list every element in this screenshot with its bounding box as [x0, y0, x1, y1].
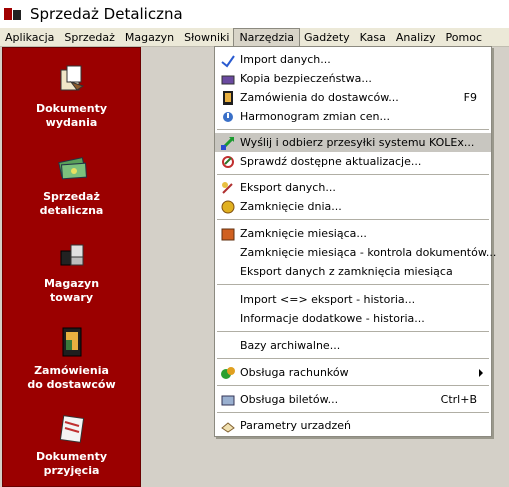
menu-aplikacja[interactable]: Aplikacja: [0, 29, 59, 46]
menu-separator: [217, 385, 489, 386]
documents-in-icon: [55, 412, 89, 444]
shortcut-f9: F9: [463, 91, 477, 104]
sidebar-label-line1: Dokumenty: [35, 102, 108, 115]
sidebar-item-magazyn-towary[interactable]: Magazyn towary: [3, 239, 140, 305]
menu-item-import-eksport-historia[interactable]: Import <=> eksport - historia...: [215, 290, 491, 309]
sidebar-label-line2: detaliczna: [39, 204, 104, 217]
backup-icon: [220, 71, 236, 87]
export-icon: [220, 180, 236, 196]
sidebar: Dokumenty wydania Sprzedaż detaliczna Ma…: [2, 47, 141, 487]
menu-pomoc[interactable]: Pomoc: [441, 29, 487, 46]
menu-narzedzia[interactable]: Narzędzia: [233, 27, 301, 47]
sidebar-label-line2: do dostawców: [27, 378, 116, 391]
update-icon: [220, 154, 236, 170]
device-settings-icon: [220, 418, 236, 434]
title-bar: Sprzedaż Detaliczna: [0, 0, 509, 28]
menu-magazyn[interactable]: Magazyn: [120, 29, 179, 46]
sidebar-item-zamowienia[interactable]: Zamówienia do dostawców: [3, 326, 140, 392]
menu-item-eksport-danych[interactable]: Eksport danych...: [215, 178, 491, 197]
menu-item-bazy-archiwalne[interactable]: Bazy archiwalne...: [215, 336, 491, 355]
close-day-icon: [220, 199, 236, 215]
sidebar-item-dokumenty-wydania[interactable]: Dokumenty wydania: [3, 64, 140, 130]
menu-separator: [217, 331, 489, 332]
documents-out-icon: [55, 64, 89, 96]
menu-item-sprawdz-aktualizacje[interactable]: Sprawdź dostępne aktualizacje...: [215, 152, 491, 171]
menu-separator: [217, 358, 489, 359]
sidebar-item-dokumenty-przyjecia[interactable]: Dokumenty przyjęcia: [3, 412, 140, 478]
sidebar-label-line1: Sprzedaż: [43, 190, 100, 203]
accounts-icon: [220, 365, 236, 381]
menu-item-import-danych[interactable]: Import danych...: [215, 50, 491, 69]
sidebar-label-line1: Dokumenty: [35, 450, 108, 463]
menu-analizy[interactable]: Analizy: [391, 29, 441, 46]
narzedzia-dropdown-menu: Import danych... Kopia bezpieczeństwa...…: [214, 46, 496, 437]
import-icon: [220, 52, 236, 68]
menu-separator: [217, 174, 489, 175]
sidebar-label-line1: Magazyn: [43, 277, 100, 290]
sidebar-label-line2: wydania: [45, 116, 98, 129]
sidebar-label-line2: towary: [50, 291, 93, 304]
menu-item-kopia-bezpieczenstwa[interactable]: Kopia bezpieczeństwa...: [215, 69, 491, 88]
menu-gadzety[interactable]: Gadżety: [299, 29, 355, 46]
menu-item-informacje-dodatkowe[interactable]: Informacje dodatkowe - historia...: [215, 309, 491, 328]
orders-icon: [55, 326, 89, 358]
menu-kasa[interactable]: Kasa: [355, 29, 391, 46]
menu-bar: Aplikacja Sprzedaż Magazyn Słowniki Narz…: [0, 27, 509, 47]
menu-separator: [217, 219, 489, 220]
menu-item-eksport-z-zamkniecia[interactable]: Eksport danych z zamknięcia miesiąca: [215, 262, 491, 281]
orders-icon: [220, 90, 236, 106]
close-month-icon: [220, 226, 236, 242]
menu-item-obsluga-rachunkow[interactable]: Obsługa rachunków: [215, 363, 491, 382]
menu-item-obsluga-biletow[interactable]: Obsługa biletów... Ctrl+B: [215, 390, 491, 409]
warehouse-goods-icon: [55, 239, 89, 271]
menu-item-wyslij-i-odbierz[interactable]: Wyślij i odbierz przesyłki systemu KOLEx…: [215, 133, 491, 152]
menu-separator: [217, 129, 489, 130]
submenu-arrow-icon: [479, 368, 483, 377]
sidebar-label-line2: przyjęcia: [43, 464, 100, 477]
window-title: Sprzedaż Detaliczna: [30, 5, 183, 23]
menu-item-harmonogram-zmian-cen[interactable]: Harmonogram zmian cen...: [215, 107, 491, 126]
menu-item-zamkniecie-miesiaca[interactable]: Zamknięcie miesiąca...: [215, 224, 491, 243]
menu-slowniki[interactable]: Słowniki: [179, 29, 234, 46]
price-schedule-icon: [220, 109, 236, 125]
menu-separator: [217, 284, 489, 285]
shortcut-ctrl-b: Ctrl+B: [440, 393, 477, 406]
cash-icon: [55, 152, 89, 184]
menu-separator: [217, 412, 489, 413]
tickets-icon: [220, 392, 236, 408]
sidebar-label-line1: Zamówienia: [34, 364, 109, 377]
menu-item-zamkniecie-dnia[interactable]: Zamknięcie dnia...: [215, 197, 491, 216]
menu-item-parametry-urzadzen[interactable]: Parametry urzadzeń: [215, 416, 491, 435]
send-receive-icon: [220, 135, 236, 151]
sidebar-item-sprzedaz-detaliczna[interactable]: Sprzedaż detaliczna: [3, 152, 140, 218]
menu-sprzedaz[interactable]: Sprzedaż: [59, 29, 120, 46]
app-logo-icon: [4, 6, 22, 22]
menu-item-zamowienia-do-dostawcow[interactable]: Zamówienia do dostawców... F9: [215, 88, 491, 107]
menu-item-zamkniecie-miesiaca-kontrola[interactable]: Zamknięcie miesiąca - kontrola dokumentó…: [215, 243, 496, 262]
